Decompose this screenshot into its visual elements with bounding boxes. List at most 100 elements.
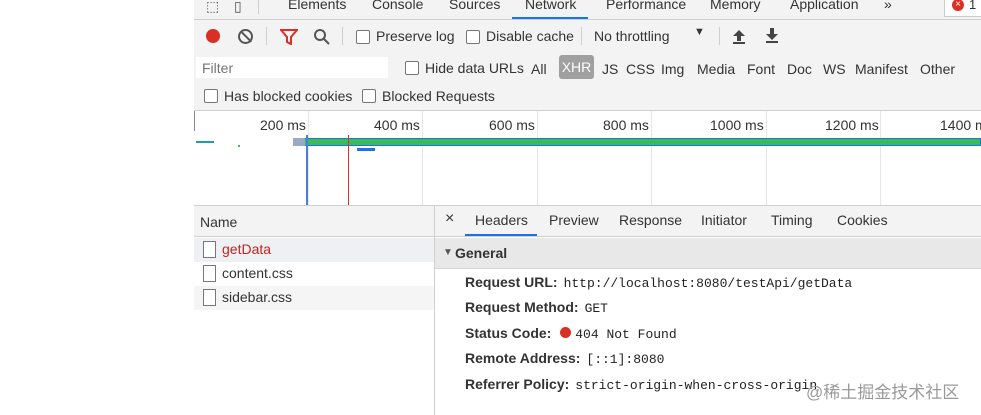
blocked-filter-row: Has blocked cookies Blocked Requests	[194, 83, 981, 111]
filter-type-xhr[interactable]: XHR	[559, 55, 594, 79]
error-count: 1	[969, 0, 977, 12]
search-icon[interactable]	[313, 28, 331, 46]
remote-address-value: [::1]:8080	[586, 352, 665, 367]
request-name: sidebar.css	[222, 289, 293, 305]
filter-type-manifest[interactable]: Manifest	[855, 61, 908, 77]
general-section-header[interactable]: ▼ General	[435, 238, 981, 269]
clear-icon[interactable]	[238, 29, 253, 44]
tab-preview[interactable]: Preview	[549, 212, 599, 228]
status-code-row: Status Code: 404 Not Found	[465, 325, 677, 342]
has-blocked-cookies-label: Has blocked cookies	[224, 88, 353, 104]
remote-address-label: Remote Address:	[465, 350, 581, 366]
tab-timing[interactable]: Timing	[771, 212, 813, 228]
filter-type-other[interactable]: Other	[920, 61, 955, 77]
filter-bar: Hide data URLs All XHR JS CSS Img Media …	[194, 52, 981, 83]
throttling-dropdown-icon[interactable]: ▼	[694, 26, 705, 38]
gridline	[766, 111, 767, 205]
error-count-badge[interactable]: × 1	[944, 0, 981, 17]
filter-type-js[interactable]: JS	[602, 61, 618, 77]
filter-type-img[interactable]: Img	[661, 61, 684, 77]
request-row-content-css[interactable]: content.css	[194, 262, 434, 286]
tick-label: 1200 ms	[825, 117, 879, 133]
request-url-row: Request URL: http://localhost:8080/testAp…	[465, 274, 852, 291]
separator	[342, 27, 343, 45]
clear-icon-slash	[239, 30, 253, 43]
name-column-header[interactable]: Name	[194, 206, 434, 237]
more-tabs-icon[interactable]: »	[884, 0, 892, 12]
request-row-sidebar-css[interactable]: sidebar.css	[194, 286, 434, 310]
filter-type-media[interactable]: Media	[697, 61, 735, 77]
filter-input[interactable]	[196, 57, 388, 78]
network-toolbar: Preserve log Disable cache No throttling…	[194, 20, 981, 53]
separator	[581, 27, 582, 45]
record-icon[interactable]	[206, 29, 220, 43]
tab-console[interactable]: Console	[372, 0, 423, 12]
tab-elements[interactable]: Elements	[288, 0, 346, 12]
gridline	[880, 111, 881, 205]
file-icon	[203, 241, 216, 258]
hide-data-urls-checkbox[interactable]	[405, 61, 419, 75]
filter-type-doc[interactable]: Doc	[787, 61, 812, 77]
load-event-marker	[348, 135, 349, 205]
name-header-label: Name	[200, 214, 238, 230]
request-method-row: Request Method: GET	[465, 299, 608, 316]
tab-sources[interactable]: Sources	[449, 0, 500, 12]
filter-type-css[interactable]: CSS	[626, 61, 655, 77]
export-har-icon[interactable]	[765, 27, 779, 43]
tab-cookies[interactable]: Cookies	[837, 212, 888, 228]
referrer-policy-label: Referrer Policy:	[465, 376, 570, 392]
overview-handle[interactable]	[194, 111, 195, 131]
tick-label: 600 ms	[489, 117, 535, 133]
gridline	[422, 111, 423, 205]
waterfall-bar	[238, 145, 240, 147]
tab-network[interactable]: Network	[525, 0, 576, 12]
device-toolbar-icon[interactable]: ▯	[234, 0, 242, 15]
gridline	[651, 111, 652, 205]
waterfall-bar-queue	[293, 138, 305, 146]
throttling-select[interactable]: No throttling	[594, 28, 669, 44]
hide-data-urls-label: Hide data URLs	[425, 60, 524, 76]
waterfall-bar-getdata	[293, 138, 981, 146]
separator	[266, 27, 267, 45]
inspect-element-icon[interactable]: ⬚	[206, 0, 219, 15]
file-icon	[203, 265, 216, 282]
preserve-log-checkbox[interactable]	[356, 30, 370, 44]
watermark: @稀土掘金技术社区	[806, 383, 960, 402]
remote-address-row: Remote Address: [::1]:8080	[465, 350, 664, 367]
request-method-value: GET	[584, 301, 608, 316]
has-blocked-cookies-checkbox[interactable]	[204, 89, 218, 103]
disable-cache-checkbox[interactable]	[466, 30, 480, 44]
tab-memory[interactable]: Memory	[710, 0, 761, 12]
tab-initiator[interactable]: Initiator	[701, 212, 747, 228]
tick-label: 400 ms	[374, 117, 420, 133]
request-row-getdata[interactable]: getData	[194, 238, 434, 262]
referrer-policy-value: strict-origin-when-cross-origin	[575, 378, 818, 393]
tab-headers[interactable]: Headers	[475, 212, 528, 228]
error-icon: ×	[952, 0, 964, 11]
filter-type-font[interactable]: Font	[747, 61, 775, 77]
referrer-policy-row: Referrer Policy: strict-origin-when-cross…	[465, 376, 817, 393]
filter-type-all[interactable]: All	[531, 61, 547, 77]
waterfall-bar	[196, 141, 214, 143]
blocked-requests-label: Blocked Requests	[382, 88, 495, 104]
disable-cache-label: Disable cache	[486, 28, 574, 44]
timeline-overview[interactable]: 200 ms 400 ms 600 ms 800 ms 1000 ms 1200…	[194, 111, 981, 206]
tab-response[interactable]: Response	[619, 212, 682, 228]
tab-application[interactable]: Application	[790, 0, 859, 12]
active-tab-indicator	[465, 234, 537, 236]
tick-label: 1000 ms	[710, 117, 764, 133]
file-icon	[203, 289, 216, 306]
filter-icon[interactable]	[280, 29, 298, 45]
left-blank-area	[0, 0, 194, 415]
separator	[719, 27, 720, 45]
tick-label: 800 ms	[603, 117, 649, 133]
tab-performance[interactable]: Performance	[606, 0, 686, 12]
close-icon[interactable]: ×	[445, 210, 454, 228]
request-list: Name getData content.css sidebar.css	[194, 206, 435, 415]
request-url-value: http://localhost:8080/testApi/getData	[563, 276, 853, 291]
dom-content-loaded-marker	[306, 135, 308, 205]
filter-type-ws[interactable]: WS	[823, 61, 846, 77]
import-har-icon[interactable]	[732, 28, 746, 44]
blocked-requests-checkbox[interactable]	[362, 89, 376, 103]
gridline	[308, 111, 309, 205]
